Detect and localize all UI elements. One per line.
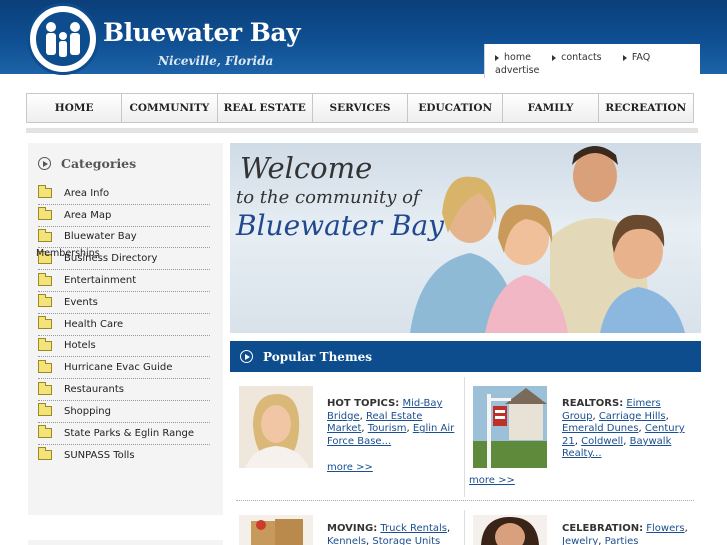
family-logo-icon[interactable] xyxy=(27,3,99,75)
realtors-more-link[interactable]: more >> xyxy=(469,475,515,486)
moving-photo[interactable] xyxy=(239,515,313,545)
list-item: Health Care xyxy=(38,314,210,336)
nav-services[interactable]: SERVICES xyxy=(312,93,409,123)
site-brand[interactable]: Bluewater Bay xyxy=(103,18,301,47)
moving-label: MOVING: xyxy=(327,523,378,534)
memberships-overlap-text[interactable]: Memberships xyxy=(36,248,100,259)
list-item: Shopping xyxy=(38,401,210,423)
hot-topics-photo[interactable] xyxy=(239,386,313,468)
folder-icon xyxy=(38,207,52,221)
folder-icon xyxy=(38,447,52,461)
hot-topic-link[interactable]: Tourism xyxy=(368,423,407,434)
theme-divider xyxy=(464,510,465,545)
popular-themes-header: Popular Themes xyxy=(230,341,701,372)
nav-shadow xyxy=(26,128,698,133)
theme-row-divider xyxy=(236,500,694,501)
celebration-link[interactable]: Parties xyxy=(605,536,639,545)
hot-topics-text: HOT TOPICS: Mid-Bay Bridge, Real Estate … xyxy=(327,398,455,447)
folder-icon xyxy=(38,381,52,395)
nav-home[interactable]: HOME xyxy=(26,93,123,123)
nav-community[interactable]: COMMUNITY xyxy=(122,93,218,123)
advertise-link[interactable]: advertise xyxy=(495,65,539,76)
category-link[interactable]: Shopping xyxy=(64,406,111,417)
family-photo xyxy=(410,146,685,333)
realtor-link[interactable]: Carriage Hills xyxy=(599,411,666,422)
list-item: Bluewater Bay xyxy=(38,227,210,249)
category-link[interactable]: Entertainment xyxy=(64,275,136,286)
folder-icon xyxy=(38,272,52,286)
folder-icon xyxy=(38,403,52,417)
popular-themes-title: Popular Themes xyxy=(263,349,373,364)
main-nav: HOME COMMUNITY REAL ESTATE SERVICES EDUC… xyxy=(26,93,694,123)
nav-education[interactable]: EDUCATION xyxy=(408,93,504,123)
categories-title: Categories xyxy=(61,156,137,171)
list-item: Hurricane Evac Guide xyxy=(38,357,210,380)
folder-icon xyxy=(38,294,52,308)
folder-icon xyxy=(38,185,52,199)
category-link[interactable]: SUNPASS Tolls xyxy=(64,450,135,461)
list-item: State Parks & Eglin Range xyxy=(38,423,210,445)
nav-recreation[interactable]: RECREATION xyxy=(598,93,694,123)
category-link[interactable]: Restaurants xyxy=(64,384,124,395)
play-circle-icon xyxy=(38,157,51,170)
category-link[interactable]: Area Map xyxy=(64,210,111,221)
moving-text: MOVING: Truck Rentals, Kennels, Storage … xyxy=(327,523,451,545)
folder-icon xyxy=(38,359,52,373)
faq-link[interactable]: FAQ xyxy=(623,52,650,63)
folder-icon xyxy=(38,228,52,242)
celebration-label: CELEBRATION: xyxy=(562,523,644,534)
site-location: Niceville, Florida xyxy=(158,54,274,68)
category-link[interactable]: Bluewater Bay xyxy=(64,231,137,242)
category-link[interactable]: Hurricane Evac Guide xyxy=(64,362,172,373)
category-link[interactable]: Area Info xyxy=(64,188,109,199)
category-link[interactable]: Events xyxy=(64,297,98,308)
moving-link[interactable]: Storage Units xyxy=(372,536,440,545)
list-item: Entertainment xyxy=(38,270,210,292)
banner-welcome: Welcome xyxy=(240,151,373,185)
nav-real-estate[interactable]: REAL ESTATE xyxy=(217,93,313,123)
list-item: SUNPASS Tolls xyxy=(38,445,210,467)
celebration-link[interactable]: Jewelry xyxy=(562,536,598,545)
moving-link[interactable]: Truck Rentals xyxy=(380,523,447,534)
theme-divider xyxy=(464,377,465,497)
celebration-link[interactable]: Flowers xyxy=(646,523,684,534)
hot-topics-label: HOT TOPICS: xyxy=(327,398,400,409)
categories-header: Categories xyxy=(38,156,136,171)
celebration-photo[interactable] xyxy=(473,515,547,545)
moving-link[interactable]: Kennels xyxy=(327,536,366,545)
hot-topics-more-link[interactable]: more >> xyxy=(327,462,373,473)
banner-subline: to the community of xyxy=(236,187,420,208)
categories-sidebar: Categories Area Info Area Map Bluewater … xyxy=(28,143,223,515)
realtors-photo[interactable] xyxy=(473,386,547,468)
home-link[interactable]: home xyxy=(495,52,531,63)
list-item: Events xyxy=(38,292,210,314)
realtor-link[interactable]: Emerald Dunes xyxy=(562,423,639,434)
realtors-label: REALTORS: xyxy=(562,398,624,409)
folder-icon xyxy=(38,316,52,330)
category-link[interactable]: Hotels xyxy=(64,340,96,351)
category-link[interactable]: Health Care xyxy=(64,319,123,330)
folder-icon xyxy=(38,425,52,439)
list-item: Area Info xyxy=(38,183,210,205)
celebration-text: CELEBRATION: Flowers, Jewelry, Parties xyxy=(562,523,688,545)
folder-icon xyxy=(38,337,52,351)
play-circle-icon xyxy=(240,350,253,363)
category-list: Area Info Area Map Bluewater Bay Busines… xyxy=(38,183,210,466)
realtor-link[interactable]: Coldwell xyxy=(581,436,623,447)
nav-family[interactable]: FAMILY xyxy=(503,93,599,123)
contacts-link[interactable]: contacts xyxy=(552,52,602,63)
top-links: home contacts FAQ advertise xyxy=(484,44,700,78)
list-item: Area Map xyxy=(38,205,210,227)
sidebar-footer xyxy=(28,540,223,545)
welcome-banner: Welcome to the community of Bluewater Ba… xyxy=(230,143,701,333)
realtors-text: REALTORS: Eimers Group, Carriage Hills, … xyxy=(562,398,685,460)
list-item: Hotels xyxy=(38,336,210,358)
list-item: Restaurants xyxy=(38,379,210,401)
category-link[interactable]: State Parks & Eglin Range xyxy=(64,428,194,439)
